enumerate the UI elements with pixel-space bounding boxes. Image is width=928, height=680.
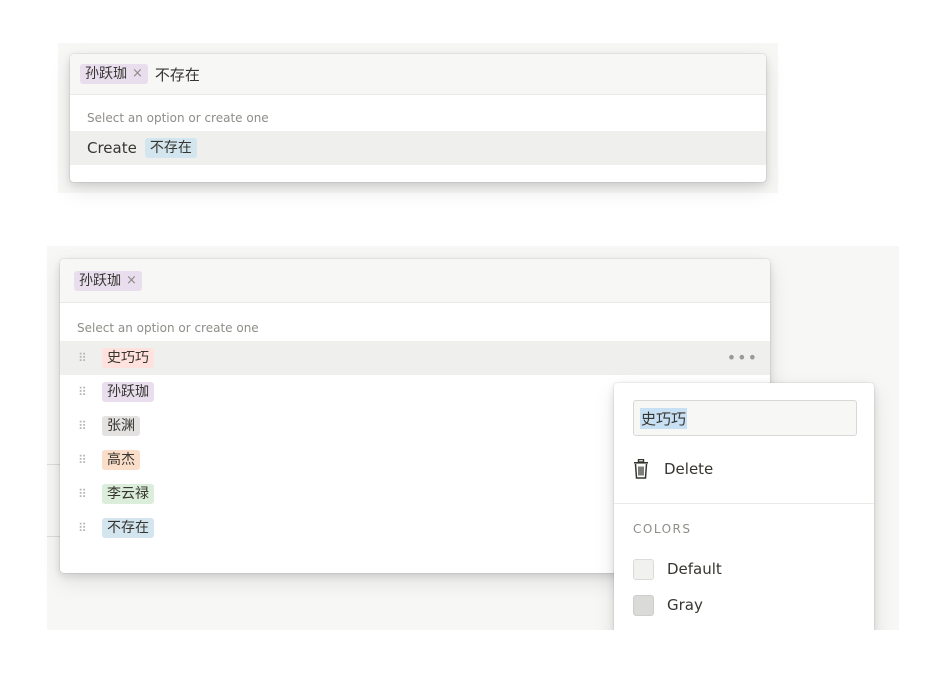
background-divider <box>47 536 60 537</box>
search-text[interactable]: 不存在 <box>155 64 200 85</box>
selected-tag-label: 孙跃珈 <box>85 66 127 82</box>
drag-handle-icon[interactable]: ⠿ <box>78 488 88 500</box>
drag-handle-icon[interactable]: ⠿ <box>78 454 88 466</box>
delete-option-button[interactable]: Delete <box>632 455 713 483</box>
color-swatch <box>633 594 654 616</box>
option-name-value: 史巧巧 <box>640 407 688 429</box>
option-tag: 孙跃珈 <box>102 382 154 402</box>
option-edit-menu: 史巧巧 Delete COLORS Default Gray <box>614 383 874 653</box>
create-tag: 不存在 <box>144 138 197 158</box>
option-tag: 李云禄 <box>102 484 154 504</box>
create-option-row[interactable]: Create 不存在 <box>70 131 766 165</box>
option-tag: 史巧巧 <box>102 348 154 368</box>
drag-handle-icon[interactable]: ⠿ <box>78 522 88 534</box>
drag-handle-icon[interactable]: ⠿ <box>78 352 88 364</box>
create-label: Create <box>87 139 137 157</box>
color-label: Default <box>667 560 722 578</box>
option-name-input[interactable]: 史巧巧 <box>633 400 857 436</box>
drag-handle-icon[interactable]: ⠿ <box>78 420 88 432</box>
option-tag: 高杰 <box>102 450 140 470</box>
drag-handle-icon[interactable]: ⠿ <box>78 386 88 398</box>
hint-text: Select an option or create one <box>87 111 269 125</box>
color-option-default[interactable]: Default <box>633 557 722 581</box>
option-tag: 不存在 <box>102 518 154 538</box>
option-row[interactable]: ⠿ 史巧巧 ••• <box>60 341 770 375</box>
color-label: Gray <box>667 596 703 614</box>
more-icon[interactable]: ••• <box>727 348 758 367</box>
selected-tag: 孙跃珈 × <box>74 270 142 291</box>
hint-text: Select an option or create one <box>77 321 259 335</box>
trash-icon <box>634 459 648 479</box>
color-option-gray[interactable]: Gray <box>633 593 703 617</box>
selected-tag-label: 孙跃珈 <box>79 272 121 289</box>
option-tag: 张渊 <box>102 416 140 436</box>
selected-tag: 孙跃珈 × <box>80 64 148 84</box>
color-swatch <box>633 558 654 580</box>
background-divider <box>47 464 60 465</box>
multi-select-input[interactable]: 孙跃珈 × <box>60 259 770 303</box>
screenshot-crop-edge <box>0 630 928 680</box>
delete-label: Delete <box>664 460 714 478</box>
colors-heading: COLORS <box>633 522 692 536</box>
select-popup-create: 孙跃珈 × 不存在 Select an option or create one… <box>70 54 766 182</box>
menu-divider <box>614 503 874 504</box>
remove-tag-icon[interactable]: × <box>126 271 137 291</box>
remove-tag-icon[interactable]: × <box>132 64 143 84</box>
multi-select-input[interactable]: 孙跃珈 × 不存在 <box>70 54 766 95</box>
